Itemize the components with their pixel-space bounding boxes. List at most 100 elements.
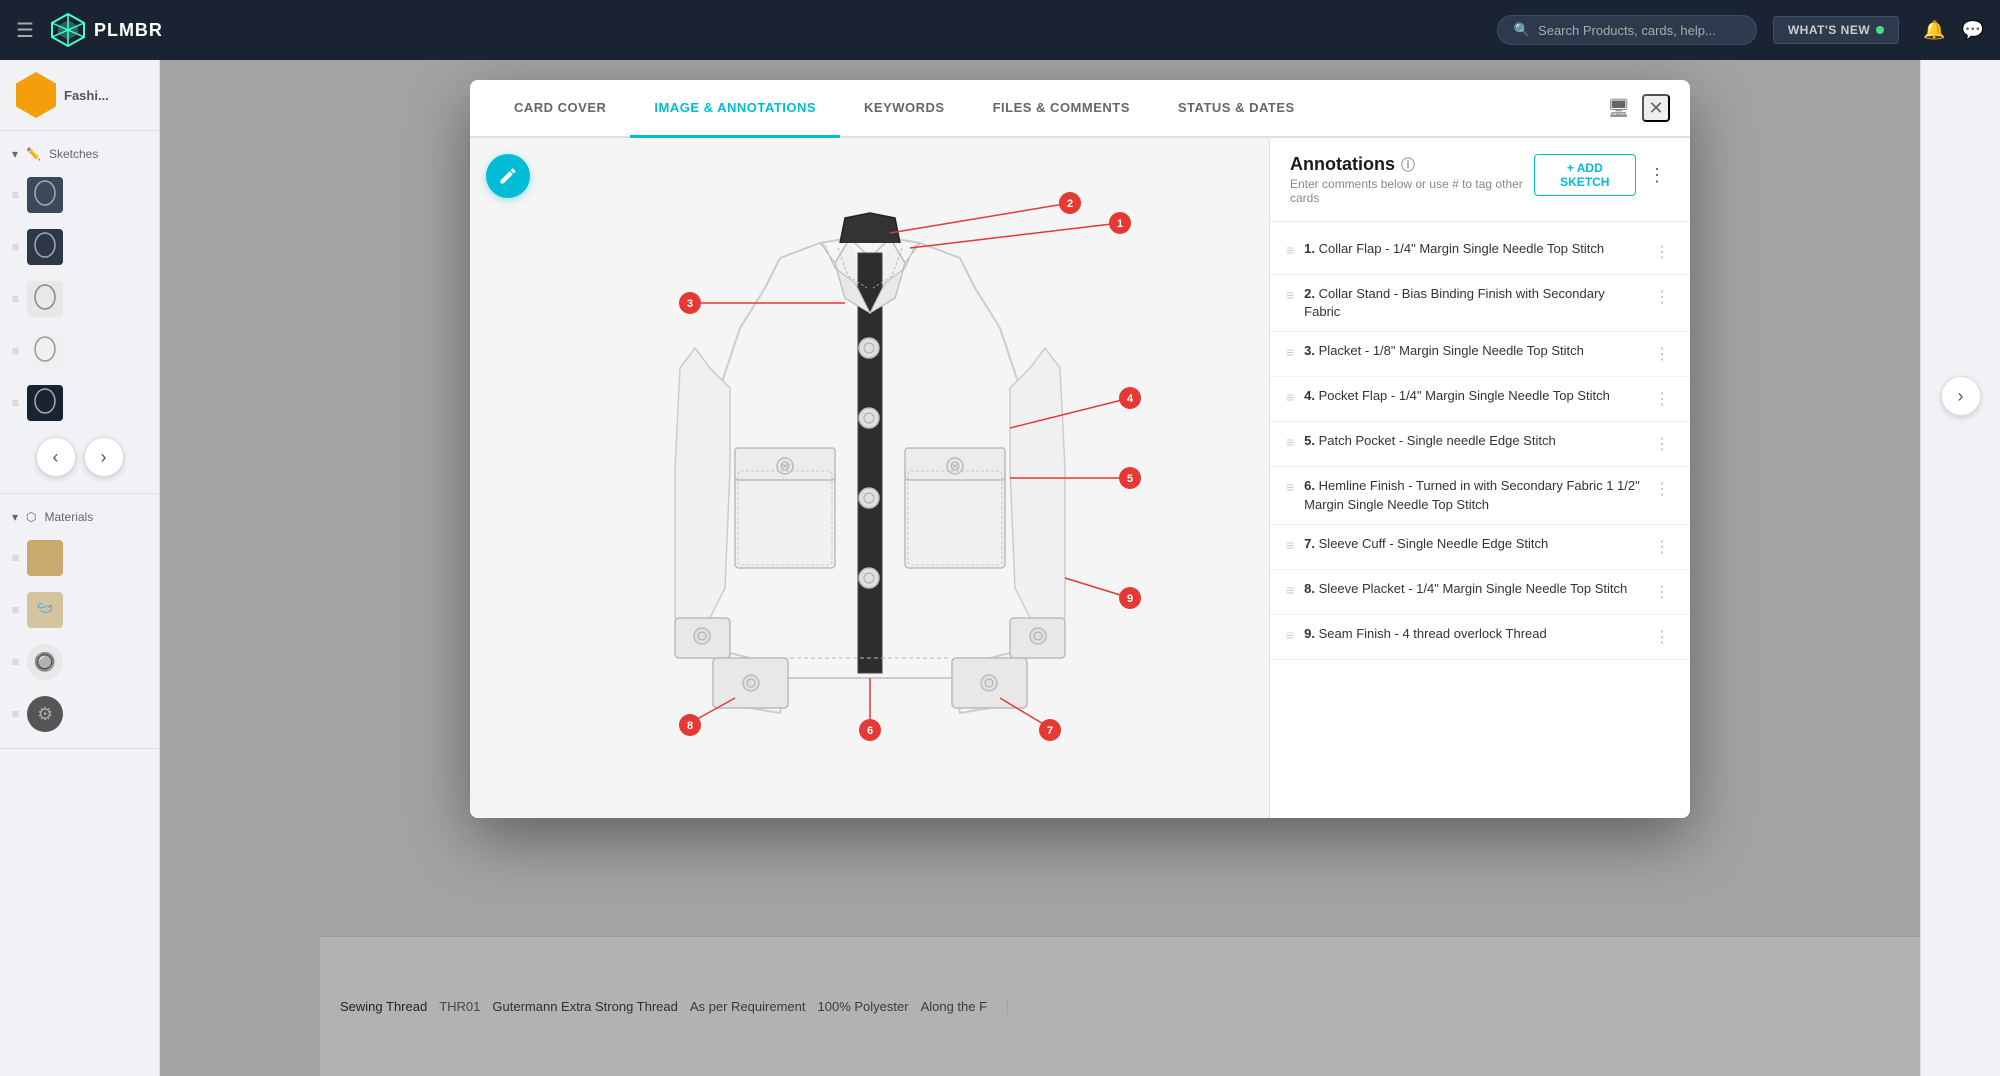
annotation-kebab-button[interactable]: ⋮ (1650, 432, 1674, 456)
edit-fab-button[interactable] (486, 154, 530, 198)
sketches-header[interactable]: ▾ ✏️ Sketches (0, 139, 159, 169)
list-item[interactable]: ≡ (0, 377, 159, 429)
right-sidebar: › (1920, 60, 2000, 1076)
svg-text:9: 9 (1126, 593, 1132, 605)
drag-icon: ≡ (12, 551, 19, 565)
tab-card-cover[interactable]: CARD COVER (490, 80, 630, 138)
svg-text:2: 2 (1066, 198, 1072, 210)
drag-icon: ≡ (1286, 627, 1294, 643)
bell-icon[interactable]: 🔔 (1923, 20, 1945, 41)
annotation-kebab-button[interactable]: ⋮ (1650, 477, 1674, 501)
sidebar-header: Fashi... (0, 60, 159, 131)
kebab-menu-button[interactable]: ⋮ (1644, 161, 1670, 190)
svg-text:6: 6 (866, 725, 872, 737)
sketch-thumb-3 (27, 281, 63, 317)
search-icon: 🔍 (1514, 22, 1530, 38)
annotation-kebab-button[interactable]: ⋮ (1650, 535, 1674, 559)
annotation-kebab-button[interactable]: ⋮ (1650, 342, 1674, 366)
annotation-item-2[interactable]: ≡ 2. Collar Stand - Bias Binding Finish … (1270, 275, 1690, 332)
annotation-item-6[interactable]: ≡ 6. Hemline Finish - Turned in with Sec… (1270, 467, 1690, 524)
annotation-item-3[interactable]: ≡ 3. Placket - 1/8" Margin Single Needle… (1270, 332, 1690, 377)
annotation-item-5[interactable]: ≡ 5. Patch Pocket - Single needle Edge S… (1270, 422, 1690, 467)
drag-icon: ≡ (1286, 537, 1294, 553)
material-thumb-4: ⚙ (27, 696, 63, 732)
sketch-thumb-4 (27, 333, 63, 369)
drag-icon: ≡ (1286, 287, 1294, 303)
svg-text:🪡: 🪡 (37, 602, 54, 618)
material-thumb-2: 🪡 (27, 592, 63, 628)
annotation-item-4[interactable]: ≡ 4. Pocket Flap - 1/4" Margin Single Ne… (1270, 377, 1690, 422)
logo-area: PLMBR (50, 12, 163, 48)
drag-icon: ≡ (1286, 389, 1294, 405)
tab-keywords[interactable]: KEYWORDS (840, 80, 969, 138)
tab-files-comments[interactable]: FILES & COMMENTS (969, 80, 1154, 138)
next-arrow[interactable]: › (1941, 376, 1981, 416)
drag-icon: ≡ (1286, 434, 1294, 450)
notification-dot (1876, 26, 1884, 34)
annotation-text: Collar Stand - Bias Binding Finish with … (1304, 286, 1605, 319)
svg-text:4: 4 (1126, 393, 1133, 405)
svg-text:5: 5 (1126, 473, 1132, 485)
monitor-icon[interactable]: 🖥 (1607, 98, 1630, 119)
list-item[interactable]: ≡ (0, 221, 159, 273)
list-item[interactable]: ≡ (0, 532, 159, 584)
annotation-text: Patch Pocket - Single needle Edge Stitch (1319, 433, 1556, 448)
drag-icon: ≡ (1286, 582, 1294, 598)
search-bar[interactable]: 🔍 Search Products, cards, help... (1497, 15, 1757, 45)
drag-icon: ≡ (12, 603, 19, 617)
annotation-number: 8. (1304, 581, 1315, 596)
sketch-thumb-5 (27, 385, 63, 421)
left-sidebar: Fashi... ▾ ✏️ Sketches ≡ ≡ ≡ ≡ (0, 60, 160, 1076)
jacket-illustration: 1 2 3 4 (580, 168, 1160, 788)
list-item[interactable]: ≡ ⚙ (0, 688, 159, 740)
chat-icon[interactable]: 💬 (1962, 20, 1984, 41)
prev-button[interactable]: ‹ (36, 437, 76, 477)
annotation-number: 9. (1304, 626, 1315, 641)
annotation-item-1[interactable]: ≡ 1. Collar Flap - 1/4" Margin Single Ne… (1270, 230, 1690, 275)
drag-icon: ≡ (12, 344, 19, 358)
annotation-kebab-button[interactable]: ⋮ (1650, 387, 1674, 411)
drag-icon: ≡ (12, 396, 19, 410)
svg-text:3: 3 (686, 298, 692, 310)
sketch-thumb-2 (27, 229, 63, 265)
annotation-kebab-button[interactable]: ⋮ (1650, 580, 1674, 604)
annotation-text: Collar Flap - 1/4" Margin Single Needle … (1319, 241, 1604, 256)
close-button[interactable]: ✕ (1642, 94, 1670, 122)
tab-bar: CARD COVER IMAGE & ANNOTATIONS KEYWORDS … (470, 80, 1690, 138)
materials-header[interactable]: ▾ ⬡ Materials (0, 502, 159, 532)
cube-icon: ⬡ (26, 510, 36, 524)
chevron-down-icon: ▾ (12, 510, 18, 524)
drag-icon: ≡ (1286, 479, 1294, 495)
list-item[interactable]: ≡ (0, 169, 159, 221)
tab-image-annotations[interactable]: IMAGE & ANNOTATIONS (630, 80, 840, 138)
list-item[interactable]: ≡ 🔘 (0, 636, 159, 688)
info-icon: ⓘ (1401, 155, 1415, 175)
next-button[interactable]: › (84, 437, 124, 477)
drag-icon: ≡ (12, 292, 19, 306)
drag-icon: ≡ (12, 240, 19, 254)
whats-new-button[interactable]: WHAT'S NEW (1773, 16, 1899, 44)
annotation-item-7[interactable]: ≡ 7. Sleeve Cuff - Single Needle Edge St… (1270, 525, 1690, 570)
tab-status-dates[interactable]: STATUS & DATES (1154, 80, 1319, 138)
annotation-text: Hemline Finish - Turned in with Secondar… (1304, 478, 1640, 511)
annotation-item-9[interactable]: ≡ 9. Seam Finish - 4 thread overlock Thr… (1270, 615, 1690, 660)
topbar: ☰ PLMBR 🔍 Search Products, cards, help..… (0, 0, 2000, 60)
sketches-section: ▾ ✏️ Sketches ≡ ≡ ≡ ≡ (0, 131, 159, 494)
list-item[interactable]: ≡ 🪡 (0, 584, 159, 636)
annotation-item-8[interactable]: ≡ 8. Sleeve Placket - 1/4" Margin Single… (1270, 570, 1690, 615)
annotation-number: 3. (1304, 343, 1315, 358)
annotation-kebab-button[interactable]: ⋮ (1650, 240, 1674, 264)
modal-actions: 🖥 ✕ (1607, 94, 1670, 122)
drag-icon: ≡ (1286, 344, 1294, 360)
add-sketch-button[interactable]: + ADD SKETCH (1534, 154, 1636, 196)
list-item[interactable]: ≡ (0, 273, 159, 325)
sketches-label: Sketches (49, 147, 98, 161)
menu-icon[interactable]: ☰ (16, 18, 34, 43)
search-placeholder: Search Products, cards, help... (1538, 23, 1716, 38)
list-item[interactable]: ≡ (0, 325, 159, 377)
annotation-text: Seam Finish - 4 thread overlock Thread (1319, 626, 1547, 641)
annotation-kebab-button[interactable]: ⋮ (1650, 285, 1674, 309)
annotation-number: 6. (1304, 478, 1315, 493)
chevron-down-icon: ▾ (12, 147, 18, 161)
annotation-kebab-button[interactable]: ⋮ (1650, 625, 1674, 649)
